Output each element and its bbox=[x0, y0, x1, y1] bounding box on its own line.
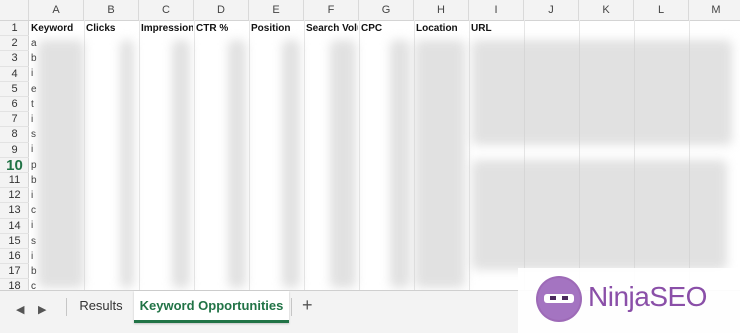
column-header-f[interactable]: F bbox=[304, 0, 359, 20]
row-header[interactable]: 9 bbox=[0, 143, 29, 158]
gridline bbox=[194, 20, 195, 290]
header-cell-search-volume[interactable]: Search Volu bbox=[306, 21, 358, 36]
row-header[interactable]: 5 bbox=[0, 82, 29, 97]
add-sheet-button[interactable]: + bbox=[302, 295, 313, 316]
keyword-cell[interactable]: t bbox=[31, 97, 34, 112]
blurred-clicks-column bbox=[120, 40, 134, 288]
gridline bbox=[469, 20, 470, 290]
keyword-cell[interactable]: p bbox=[31, 158, 37, 173]
header-cell-url[interactable]: URL bbox=[471, 21, 523, 36]
row-header[interactable]: 6 bbox=[0, 97, 29, 113]
keyword-cell[interactable]: i bbox=[31, 188, 33, 203]
column-header-e[interactable]: E bbox=[249, 0, 304, 20]
header-cell-position[interactable]: Position bbox=[251, 21, 303, 36]
column-header-h[interactable]: H bbox=[414, 0, 469, 20]
column-header-d[interactable]: D bbox=[194, 0, 249, 20]
keyword-cell[interactable]: i bbox=[31, 249, 33, 264]
blurred-location-column bbox=[415, 40, 465, 288]
gridline bbox=[304, 20, 305, 290]
blurred-volume-column bbox=[330, 40, 356, 288]
column-header-k[interactable]: K bbox=[579, 0, 634, 20]
keyword-cell[interactable]: b bbox=[31, 51, 37, 66]
ninjaseo-logo: NinjaSEO bbox=[518, 268, 740, 333]
column-header-m[interactable]: M bbox=[689, 0, 740, 20]
column-header-c[interactable]: C bbox=[139, 0, 194, 20]
column-header-a[interactable]: A bbox=[29, 0, 84, 20]
row-header[interactable]: 18 bbox=[0, 279, 29, 290]
keyword-cell[interactable]: s bbox=[31, 127, 36, 142]
ninja-mascot-icon bbox=[536, 276, 582, 322]
blurred-url-column bbox=[472, 40, 732, 145]
tab-separator bbox=[291, 298, 292, 316]
header-cell-impressions[interactable]: Impressions bbox=[141, 21, 193, 36]
row-header[interactable]: 8 bbox=[0, 127, 29, 143]
header-cell-cpc[interactable]: CPC bbox=[361, 21, 413, 36]
blurred-position-column bbox=[282, 40, 300, 288]
spreadsheet-grid[interactable]: A B C D E F G H I J K L M 1 2 3 4 5 6 7 … bbox=[0, 0, 740, 290]
row-header[interactable]: 1 bbox=[0, 21, 29, 37]
gridline bbox=[359, 20, 360, 290]
keyword-cell[interactable]: b bbox=[31, 173, 37, 188]
keyword-cell[interactable]: i bbox=[31, 218, 33, 233]
row-header-bar: 1 2 3 4 5 6 7 8 9 10 11 12 13 14 15 16 1… bbox=[0, 21, 29, 290]
blurred-impressions-column bbox=[172, 40, 190, 288]
blurred-url-column-lower bbox=[472, 160, 727, 270]
gridline bbox=[84, 20, 85, 290]
keyword-cell[interactable]: i bbox=[31, 112, 33, 127]
row-header[interactable]: 4 bbox=[0, 67, 29, 82]
row-header[interactable]: 7 bbox=[0, 112, 29, 128]
keyword-cell[interactable]: i bbox=[31, 142, 33, 157]
gridline bbox=[139, 20, 140, 290]
keyword-cell[interactable]: s bbox=[31, 234, 36, 249]
row-header[interactable]: 13 bbox=[0, 203, 29, 219]
row-header[interactable]: 14 bbox=[0, 219, 29, 234]
header-cell-keyword[interactable]: Keyword bbox=[31, 21, 83, 36]
keyword-cell[interactable]: e bbox=[31, 82, 37, 97]
keyword-cell[interactable]: c bbox=[31, 203, 36, 218]
row-header[interactable]: 12 bbox=[0, 188, 29, 204]
header-cell-clicks[interactable]: Clicks bbox=[86, 21, 138, 36]
prev-sheet-icon[interactable]: ◀ bbox=[16, 303, 24, 316]
row-header[interactable]: 11 bbox=[0, 173, 29, 189]
tab-results[interactable]: Results bbox=[70, 291, 132, 323]
row-header[interactable]: 16 bbox=[0, 249, 29, 265]
column-header-b[interactable]: B bbox=[84, 0, 139, 20]
blurred-ctr-column bbox=[228, 40, 246, 288]
select-all-corner[interactable] bbox=[0, 0, 29, 20]
keyword-cell[interactable]: b bbox=[31, 264, 37, 279]
row-header-active[interactable]: 10 bbox=[0, 158, 29, 173]
row-header[interactable]: 2 bbox=[0, 36, 29, 52]
keyword-cell[interactable]: c bbox=[31, 279, 36, 290]
row-header[interactable]: 17 bbox=[0, 264, 29, 280]
ninjaseo-wordmark: NinjaSEO bbox=[588, 281, 707, 312]
column-header-j[interactable]: J bbox=[524, 0, 579, 20]
column-header-i[interactable]: I bbox=[469, 0, 524, 20]
row-header[interactable]: 15 bbox=[0, 234, 29, 249]
keyword-cell[interactable]: a bbox=[31, 36, 37, 51]
blurred-keyword-column bbox=[38, 40, 84, 288]
tab-keyword-opportunities[interactable]: Keyword Opportunities bbox=[134, 291, 289, 323]
row-header[interactable]: 3 bbox=[0, 51, 29, 67]
next-sheet-icon[interactable]: ▶ bbox=[38, 303, 46, 316]
keyword-cell[interactable]: i bbox=[31, 66, 33, 81]
header-cell-location[interactable]: Location bbox=[416, 21, 468, 36]
gridline bbox=[249, 20, 250, 290]
tab-separator bbox=[66, 298, 67, 316]
column-header-g[interactable]: G bbox=[359, 0, 414, 20]
blurred-cpc-column bbox=[390, 40, 410, 288]
header-cell-ctr[interactable]: CTR % bbox=[196, 21, 248, 36]
column-header-bar: A B C D E F G H I J K L M bbox=[0, 0, 740, 21]
column-header-l[interactable]: L bbox=[634, 0, 689, 20]
